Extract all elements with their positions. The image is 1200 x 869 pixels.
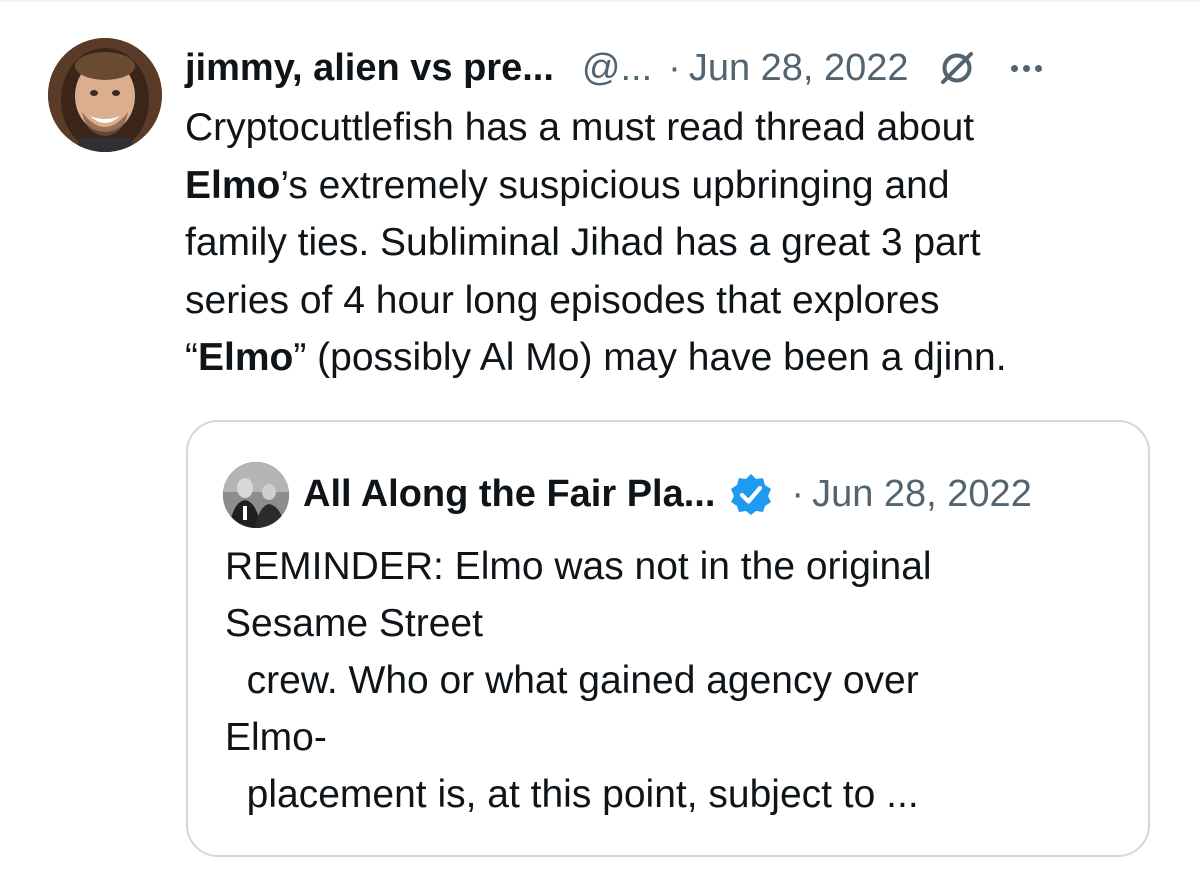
tweet-text-line: series of 4 hour long episodes that expl… — [185, 272, 1165, 330]
more-icon[interactable] — [1010, 48, 1042, 88]
tweet-text-line: Cryptocuttlefish has a must read thread … — [185, 99, 1165, 157]
text-run: ” (possibly Al Mo) may have been a djinn… — [293, 336, 1007, 379]
tweet-text-line: Elmo’s extremely suspicious upbringing a… — [185, 157, 1165, 215]
header-separator: · — [668, 47, 681, 89]
author-avatar[interactable] — [48, 38, 162, 152]
text-run: series of 4 hour long episodes that expl… — [185, 278, 940, 322]
mention-bold-text: Elmo — [185, 163, 281, 207]
verified-badge-icon[interactable] — [729, 472, 773, 516]
quoted-header-separator: · — [791, 472, 805, 515]
quoted-text-line: REMINDER: Elmo was not in the original — [225, 545, 932, 588]
quoted-avatar-image — [223, 462, 289, 528]
avatar-image — [48, 38, 162, 152]
tweet-header: jimmy, alien vs pre... @... · Jun 28, 20… — [185, 40, 1042, 96]
text-run: Cryptocuttlefish has a must read thread … — [185, 106, 975, 149]
quoted-tweet[interactable]: All Along the Fair Pla... · Jun 28, 2022… — [186, 420, 1150, 857]
more-dot — [1022, 64, 1030, 72]
more-dot — [1034, 64, 1042, 72]
grok-icon[interactable] — [937, 48, 977, 88]
quoted-text-line: Elmo- — [225, 716, 327, 759]
more-dot — [1010, 64, 1018, 72]
quoted-author-avatar[interactable] — [223, 462, 289, 528]
tweet-text-line: family ties. Subliminal Jihad has a grea… — [185, 214, 1165, 272]
text-run: family ties. Subliminal Jihad has a grea… — [185, 221, 981, 264]
text-run: “ — [185, 336, 198, 379]
quoted-text-line: placement is, at this point, subject to … — [225, 773, 919, 816]
tweet-text: Cryptocuttlefish has a must read thread … — [185, 99, 1165, 387]
author-handle[interactable]: @... — [582, 40, 652, 96]
tweet-text-line: “Elmo” (possibly Al Mo) may have been a … — [185, 329, 1165, 387]
quoted-tweet-date[interactable]: Jun 28, 2022 — [812, 473, 1032, 516]
quoted-text-line: crew. Who or what gained agency over — [225, 659, 919, 702]
mention-bold-text: Elmo — [198, 336, 294, 379]
quoted-text-line: Sesame Street — [225, 602, 483, 645]
quoted-tweet-header: All Along the Fair Pla... · Jun 28, 2022 — [303, 464, 1032, 524]
quoted-tweet-text: REMINDER: Elmo was not in the original Se… — [225, 538, 1125, 823]
author-name[interactable]: jimmy, alien vs pre... — [185, 40, 554, 96]
text-run: ’s extremely suspicious upbringing and — [280, 163, 950, 207]
tweet[interactable]: jimmy, alien vs pre... @... · Jun 28, 20… — [0, 0, 1200, 869]
tweet-date[interactable]: Jun 28, 2022 — [689, 40, 909, 96]
quoted-author-name[interactable]: All Along the Fair Pla... — [303, 473, 715, 516]
